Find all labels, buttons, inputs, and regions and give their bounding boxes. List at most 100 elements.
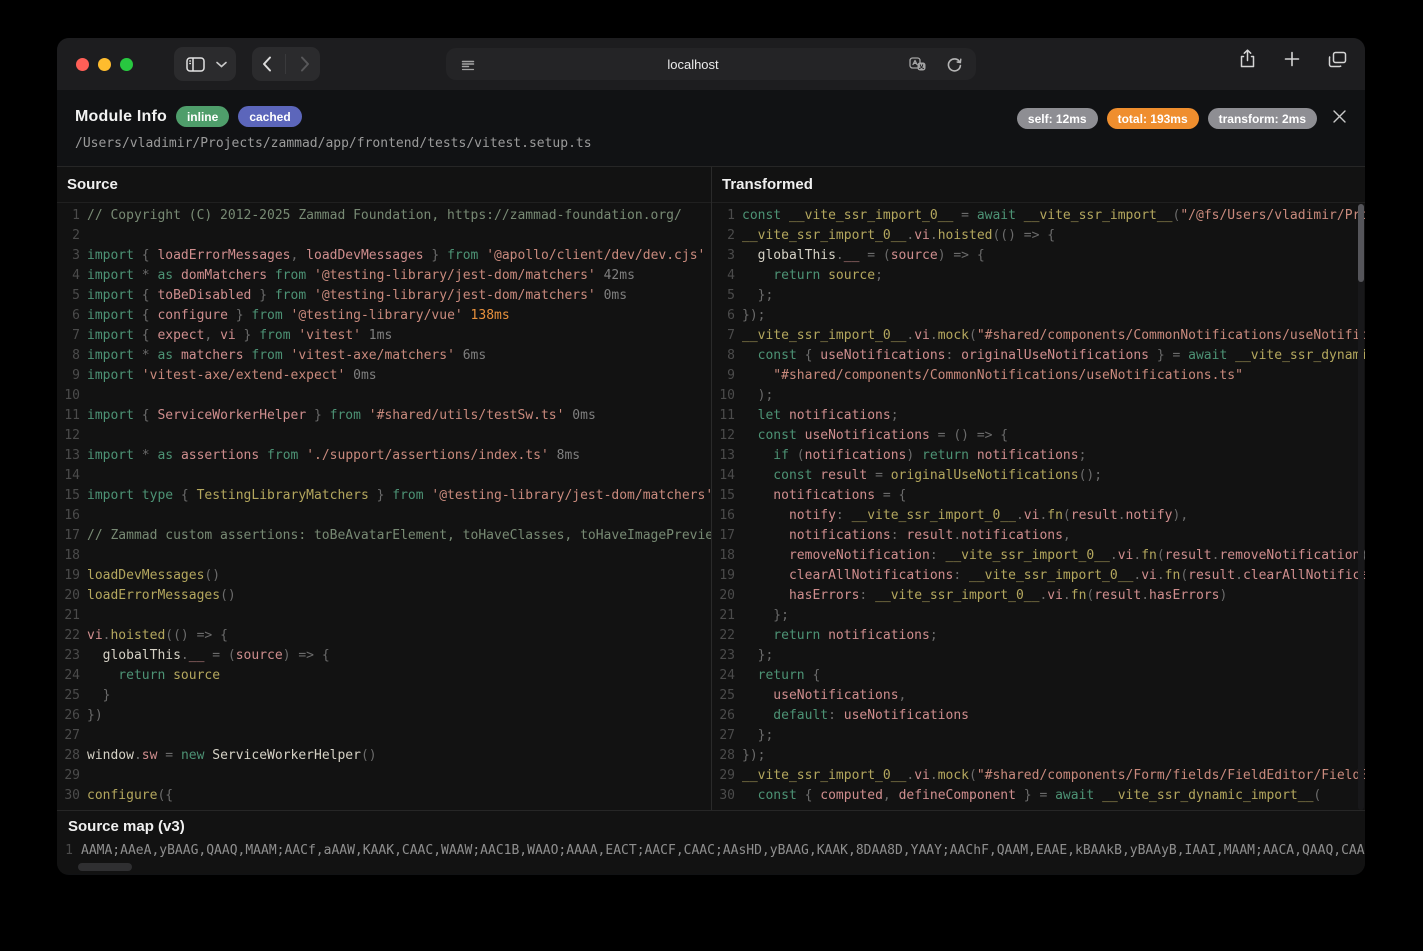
address-bar[interactable]: localhost [446,48,976,80]
line-number: 1 [57,206,87,226]
code-text: import { toBeDisabled } from '@testing-l… [87,286,627,306]
code-token: const [742,428,805,443]
code-token: from [330,408,369,423]
code-token: source [236,648,283,663]
code-line: 16 notify: __vite_ssr_import_0__.vi.fn(r… [712,506,1365,526]
code-token: ( [1063,508,1071,523]
code-token: 'vitest-axe/extend-expect' [142,368,346,383]
code-token: import [87,368,142,383]
code-line: 13import * as assertions from './support… [57,446,711,466]
sidebar-toggle-button[interactable] [174,47,236,81]
code-token: ; [875,268,883,283]
code-token: useNotifications [742,688,899,703]
code-token: notifications [789,408,891,423]
tab-overview-icon[interactable] [1325,47,1349,71]
code-token: ( [1313,788,1321,803]
code-line: 11import { ServiceWorkerHelper } from '#… [57,406,711,426]
code-token: defineComponent [899,788,1016,803]
code-token: (() => { [992,228,1055,243]
code-token: import [87,328,142,343]
status-badge: inline [176,106,229,127]
chevron-down-icon[interactable] [215,52,227,76]
code-text: removeNotification: __vite_ssr_import_0_… [742,546,1365,566]
line-number: 14 [712,466,742,486]
code-token: vi [1118,548,1134,563]
code-line: 3import { loadErrorMessages, loadDevMess… [57,246,711,266]
sourcemap-line: 1 AAMA;AAeA,yBAAG,QAAQ,MAAM;AACf,aAAW,KA… [57,841,1365,861]
code-token: . [1110,548,1118,563]
code-token: import [87,288,142,303]
code-text: const { useNotifications: originalUseNot… [742,346,1365,366]
window-zoom-button[interactable] [120,58,133,71]
url-text[interactable]: localhost [480,57,906,72]
code-token: }) [87,708,103,723]
code-token: __vite_ssr_import__ [1024,208,1173,223]
line-number: 6 [712,306,742,326]
horizontal-scrollbar-thumb[interactable] [78,863,132,871]
code-token: notifications [742,488,875,503]
line-number: 7 [57,326,87,346]
code-token: notifications [742,528,891,543]
code-token: __vite_ssr_import_0__ [852,508,1016,523]
line-number: 25 [712,686,742,706]
reader-icon[interactable] [456,52,480,76]
code-token: as [157,348,180,363]
code-text: // Zammad custom assertions: toBeAvatarE… [87,526,711,546]
translate-icon[interactable] [906,52,930,76]
code-token: return [742,628,828,643]
code-token: ( [969,768,977,783]
vertical-scrollbar-track[interactable] [1358,204,1364,810]
code-line: 27 [57,726,711,746]
page-title: Module Info [75,108,167,126]
code-line: 5import { toBeDisabled } from '@testing-… [57,286,711,306]
vertical-scrollbar-thumb[interactable] [1358,204,1364,282]
window-close-button[interactable] [76,58,89,71]
code-token: fn [1165,568,1181,583]
code-line: 28}); [712,746,1365,766]
code-token: import [87,248,142,263]
code-token: (); [1079,468,1102,483]
forward-button[interactable] [293,52,317,76]
code-token: await [1055,788,1102,803]
code-token: 0ms [596,288,627,303]
code-token: return [922,448,977,463]
code-token: . [930,228,938,243]
timing-badge: self: 12ms [1017,108,1098,129]
window-minimize-button[interactable] [98,58,111,71]
code-token: from [392,488,431,503]
code-token: ) [1219,588,1227,603]
code-token: '@testing-library/jest-dom/matchers' [314,268,596,283]
code-token: './support/assertions/index.ts' [306,448,549,463]
transformed-code-area[interactable]: 1const __vite_ssr_import_0__ = await __v… [712,203,1365,810]
source-code-area[interactable]: 1// Copyright (C) 2012-2025 Zammad Found… [57,203,711,810]
share-icon[interactable] [1235,47,1259,71]
close-button[interactable] [1329,106,1349,126]
code-token: as [157,448,180,463]
new-tab-icon[interactable] [1280,47,1304,71]
code-token: return [742,268,828,283]
code-text: default: useNotifications [742,706,969,726]
code-token: = [157,748,180,763]
code-token: __vite_ssr_import_0__ [742,228,906,243]
code-text: notifications: result.notifications, [742,526,1071,546]
code-token: loadErrorMessages [87,588,220,603]
code-token: notifications [977,448,1079,463]
code-text: return { [742,666,820,686]
back-button[interactable] [255,52,279,76]
code-line: 26}) [57,706,711,726]
sourcemap-header: Source map (v3) [57,811,1365,841]
code-token: let [742,408,789,423]
line-number: 20 [712,586,742,606]
reload-icon[interactable] [942,52,966,76]
code-token: 138ms [463,308,510,323]
code-text: import { loadErrorMessages, loadDevMessa… [87,246,705,266]
line-number: 18 [712,546,742,566]
code-text: notifications = { [742,486,906,506]
line-number: 17 [57,526,87,546]
code-token: window [87,748,134,763]
line-number: 13 [712,446,742,466]
line-number: 10 [712,386,742,406]
code-token: default [742,708,828,723]
code-token: { [181,488,197,503]
code-token: as [157,268,180,283]
